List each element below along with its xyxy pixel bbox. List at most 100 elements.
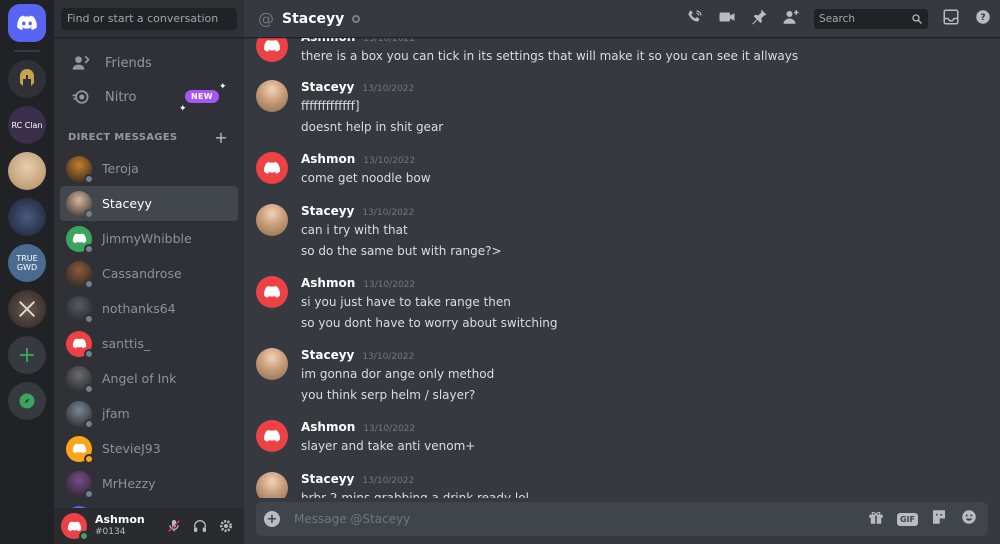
deafen-button[interactable] (192, 518, 208, 534)
mute-button[interactable] (166, 518, 182, 534)
dm-item[interactable]: JimmyWhibble (60, 221, 238, 256)
message-header: Staceyy 13/10/2022 (301, 204, 956, 220)
message-avatar[interactable] (256, 348, 288, 380)
message-timestamp: 13/10/2022 (362, 208, 415, 218)
message-avatar[interactable] (256, 472, 288, 498)
inbox-button[interactable] (942, 8, 960, 30)
server-dark[interactable] (8, 198, 46, 236)
server-helmet[interactable] (8, 60, 46, 98)
emoji-icon (962, 510, 976, 524)
sticker-button[interactable] (930, 508, 948, 530)
message-avatar[interactable] (256, 80, 288, 112)
message-author[interactable]: Staceyy (301, 348, 354, 362)
voice-call-button[interactable] (686, 8, 704, 30)
dm-search-bar: Find or start a conversation (54, 0, 244, 38)
message-text: brbr 2 mins grabbing a drink ready lol (301, 491, 529, 498)
message-header: Ashmon 13/10/2022 (301, 152, 956, 168)
dm-name: JimmyWhibble (102, 231, 192, 246)
find-conversation-button[interactable]: Find or start a conversation (61, 7, 237, 30)
message-list[interactable]: Ashmon 13/10/2022 there is a box you can t… (244, 38, 1000, 498)
message-group: Ashmon 13/10/2022 there is a box you can t… (256, 38, 956, 64)
dm-item[interactable]: Staceyy (60, 186, 238, 221)
svg-text:?: ? (980, 13, 985, 23)
sparkle-icon: ✦ (179, 104, 187, 114)
message-body: Staceyy 13/10/2022 im gonna dor ange only … (301, 348, 956, 403)
message-avatar[interactable] (256, 204, 288, 236)
video-call-button[interactable] (718, 8, 736, 30)
add-server-button[interactable]: + (8, 336, 46, 374)
home-button[interactable] (8, 4, 46, 42)
dm-item[interactable]: Cassandrose (60, 256, 238, 291)
message-group: Ashmon 13/10/2022 slayer and take anti ven… (256, 420, 956, 454)
message-input[interactable]: Message @Staceyy (294, 512, 410, 526)
new-badge: NEW (185, 90, 219, 103)
status-dot (84, 488, 94, 499)
create-dm-button[interactable]: + (214, 128, 228, 147)
message-header: Ashmon 13/10/2022 (301, 38, 956, 46)
gif-button[interactable]: GIF (896, 512, 918, 526)
message-avatar[interactable] (256, 38, 288, 62)
message-author[interactable]: Staceyy (301, 472, 354, 486)
friends-icon (72, 55, 90, 70)
dm-item[interactable]: jfam (60, 396, 238, 431)
video-camera-icon (719, 12, 735, 21)
gear-icon (220, 520, 232, 532)
discord-avatar-icon (72, 338, 86, 349)
dm-item[interactable]: Teroja (60, 151, 238, 186)
sparkle-icon: ✦ (219, 82, 227, 92)
mic-muted-icon (168, 520, 180, 532)
search-input[interactable]: Search (814, 8, 928, 29)
pinned-messages-button[interactable] (750, 8, 768, 30)
message-avatar[interactable] (256, 276, 288, 308)
message-avatar[interactable] (256, 420, 288, 452)
status-dot (84, 243, 94, 254)
dm-avatar (66, 260, 94, 289)
message-author[interactable]: Ashmon (301, 276, 355, 290)
message-group: Ashmon 13/10/2022 si you just have to take… (256, 276, 956, 331)
server-true-gwd[interactable]: TRUE GWD (8, 244, 46, 282)
dm-sidebar: Find or start a conversation Friends Nit… (54, 0, 244, 544)
explore-servers-button[interactable] (8, 382, 46, 420)
message-body: Ashmon 13/10/2022 come get noodle bow (301, 152, 956, 186)
message-author[interactable]: Ashmon (301, 38, 355, 44)
status-dot (84, 173, 94, 184)
message-text: can i try with that (301, 223, 408, 237)
status-icon (352, 14, 361, 23)
nitro-link[interactable]: Nitro NEW ✦ ✦ (61, 80, 237, 114)
user-avatar[interactable] (61, 513, 89, 541)
message-text: slayer and take anti venom+ (301, 439, 476, 453)
server-rc-clan[interactable]: RC Clan (8, 106, 46, 144)
message-composer: + Message @Staceyy GIF (256, 502, 988, 536)
friends-link[interactable]: Friends (61, 46, 237, 80)
discord-app: RC Clan TRUE GWD + Find or start a conve… (0, 0, 1000, 544)
search-icon (912, 13, 922, 24)
attach-button[interactable]: + (264, 511, 280, 527)
status-dot (84, 418, 94, 429)
server-portrait[interactable] (8, 152, 46, 190)
help-button[interactable]: ? (974, 8, 992, 30)
status-dot (84, 383, 94, 394)
message-body: Ashmon 13/10/2022 slayer and take anti ven… (301, 420, 956, 454)
message-author[interactable]: Staceyy (301, 204, 354, 218)
dm-item[interactable]: Angel of Ink (60, 361, 238, 396)
gift-button[interactable] (867, 508, 885, 530)
message-avatar[interactable] (256, 152, 288, 184)
dm-item[interactable]: nothanks64 (60, 291, 238, 326)
channel-title: Staceyy (282, 10, 345, 27)
server-crest[interactable] (8, 290, 46, 328)
emoji-button[interactable] (960, 508, 978, 530)
gift-icon (869, 511, 883, 524)
dm-item[interactable]: santtis_ (60, 326, 238, 361)
dm-item[interactable]: StevieJ93 (60, 431, 238, 466)
discord-logo-icon (17, 15, 37, 30)
add-friends-to-dm-button[interactable] (782, 8, 800, 30)
add-user-icon (783, 9, 799, 24)
message-author[interactable]: Staceyy (301, 80, 354, 94)
status-dot (84, 278, 94, 289)
dm-name: Teroja (102, 161, 139, 176)
message-author[interactable]: Ashmon (301, 420, 355, 434)
dm-item[interactable]: MrHezzy (60, 466, 238, 501)
message-author[interactable]: Ashmon (301, 152, 355, 166)
message-text: si you just have to take range then (301, 295, 511, 309)
settings-button[interactable] (218, 518, 234, 534)
